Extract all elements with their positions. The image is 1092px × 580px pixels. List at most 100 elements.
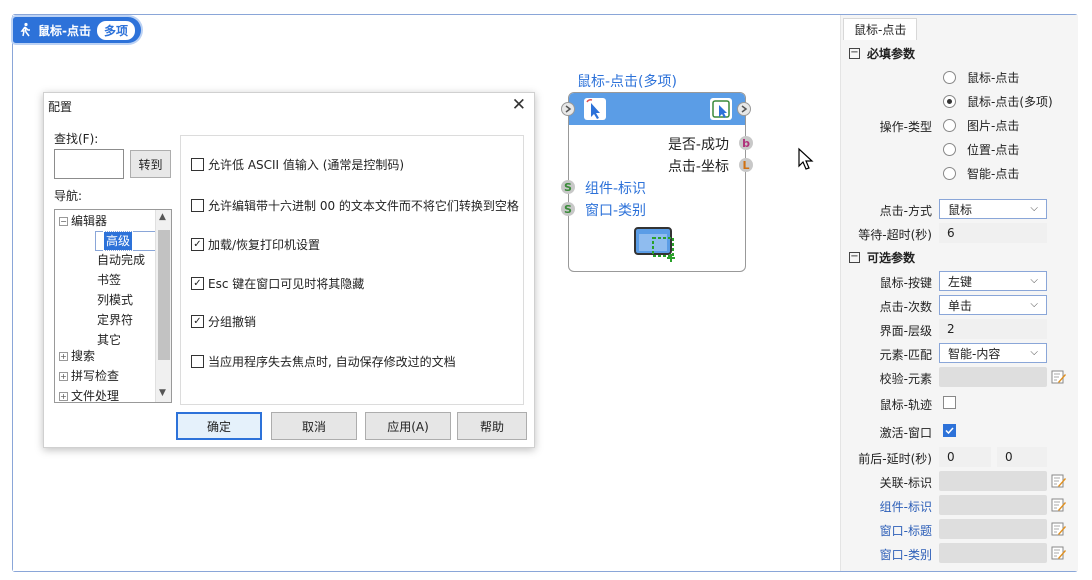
expand-icon[interactable]: + <box>59 372 68 381</box>
edit-icon[interactable] <box>1051 473 1067 489</box>
design-canvas[interactable]: 鼠标-点击 多项 配置 ✕ 查找(F): 转到 导航: − 编辑器 高级 自动完成… <box>13 15 839 571</box>
checkbox-checked[interactable]: ✓ <box>191 238 204 251</box>
option-hex-00[interactable]: 允许编辑带十六进制 00 的文本文件而不将它们转换到空格 <box>191 197 519 214</box>
edit-icon[interactable] <box>1051 497 1067 513</box>
window-select-icon[interactable] <box>633 226 679 264</box>
checkbox[interactable] <box>191 355 204 368</box>
radio-mouse-click[interactable]: 鼠标-点击 <box>943 69 1019 86</box>
tree-item-delimiters[interactable]: 定界符 <box>97 311 133 329</box>
click-count-select[interactable]: 单击 ⌵ <box>939 295 1047 315</box>
click-count-label: 点击-次数 <box>879 300 932 314</box>
tree-item-search[interactable]: + 搜索 <box>59 347 95 365</box>
expand-icon[interactable]: + <box>59 352 68 361</box>
trajectory-checkbox[interactable] <box>943 396 956 409</box>
wait-timeout-input[interactable]: 6 <box>939 223 1047 243</box>
input-win-class-label: 窗口-类别 <box>585 203 647 219</box>
radio-mouse-click-multi[interactable]: 鼠标-点击(多项) <box>943 93 1053 110</box>
radio-button[interactable] <box>943 119 956 132</box>
scroll-down-icon[interactable]: ▼ <box>159 388 166 398</box>
option-printer-settings[interactable]: ✓ 加载/恢复打印机设置 <box>191 236 320 253</box>
scroll-thumb[interactable] <box>158 230 170 360</box>
link-id-field[interactable] <box>939 471 1047 491</box>
click-mode-select[interactable]: 鼠标 ⌵ <box>939 199 1047 219</box>
output-port-list[interactable]: L <box>739 158 753 172</box>
tree-scrollbar[interactable]: ▲ ▼ <box>155 210 171 402</box>
tree-item-editor[interactable]: − 编辑器 <box>59 212 107 230</box>
radio-position-click[interactable]: 位置-点击 <box>943 141 1019 158</box>
radio-button[interactable] <box>943 71 956 84</box>
checkbox[interactable] <box>191 158 204 171</box>
help-button[interactable]: 帮助 <box>457 412 527 440</box>
verify-element-field[interactable] <box>939 367 1047 387</box>
output-arrow-icon[interactable] <box>737 102 751 116</box>
delay-before-input[interactable]: 0 <box>939 447 991 467</box>
output-port-bool[interactable]: b <box>739 136 753 150</box>
window-click-icon <box>710 98 732 120</box>
cancel-button[interactable]: 取消 <box>271 412 357 440</box>
edit-icon[interactable] <box>1051 369 1067 385</box>
verify-element-label: 校验-元素 <box>879 372 932 386</box>
tree-item-column-mode[interactable]: 列模式 <box>97 291 133 309</box>
input-arrow-icon[interactable] <box>561 102 575 116</box>
checkbox[interactable] <box>191 199 204 212</box>
mouse-click-icon <box>584 98 606 120</box>
option-low-ascii[interactable]: 允许低 ASCII 值输入 (通常是控制码) <box>191 156 404 173</box>
edit-icon[interactable] <box>1051 545 1067 561</box>
collapse-icon[interactable]: − <box>849 48 860 59</box>
tree-item-other[interactable]: 其它 <box>97 331 121 349</box>
optional-section[interactable]: − 可选参数 <box>849 249 915 266</box>
activity-badge[interactable]: 鼠标-点击 多项 <box>13 17 141 43</box>
run-icon <box>20 22 30 37</box>
win-class-field[interactable] <box>939 543 1047 563</box>
wait-timeout-label: 等待-超时(秒) <box>858 228 932 242</box>
ok-button[interactable]: 确定 <box>176 412 262 440</box>
tree-item-autocomplete[interactable]: 自动完成 <box>97 251 145 269</box>
nav-tree[interactable]: − 编辑器 高级 自动完成 书签 列模式 定界符 其它 + 搜索 + 拼写检查 + 文件… <box>54 209 172 403</box>
ui-level-label: 界面-层级 <box>879 324 932 338</box>
ui-level-input[interactable]: 2 <box>939 319 1047 339</box>
collapse-icon[interactable]: − <box>849 252 860 263</box>
delay-after-input[interactable]: 0 <box>997 447 1047 467</box>
close-icon[interactable]: ✕ <box>512 95 526 115</box>
mouse-cursor-icon <box>798 147 814 170</box>
comp-id-label: 组件-标识 <box>879 500 932 514</box>
element-match-select[interactable]: 智能-内容 ⌵ <box>939 343 1047 363</box>
activity-node[interactable]: 是否-成功 b 点击-坐标 L S 组件-标识 S 窗口-类别 <box>561 92 753 272</box>
input-comp-id-label: 组件-标识 <box>585 181 647 197</box>
radio-image-click[interactable]: 图片-点击 <box>943 117 1019 134</box>
activity-badge-title: 鼠标-点击 <box>38 23 91 38</box>
collapse-icon[interactable]: − <box>59 217 68 226</box>
tree-item-bookmarks[interactable]: 书签 <box>97 271 121 289</box>
input-port-string[interactable]: S <box>561 180 575 194</box>
checkbox-checked[interactable]: ✓ <box>191 315 204 328</box>
apply-button[interactable]: 应用(A) <box>365 412 451 440</box>
required-section[interactable]: − 必填参数 <box>849 45 915 62</box>
radio-button-selected[interactable] <box>943 95 956 108</box>
tree-item-file-handling[interactable]: + 文件处理 <box>59 387 119 402</box>
option-autosave[interactable]: 当应用程序失去焦点时, 自动保存修改过的文档 <box>191 353 456 370</box>
output-success-label: 是否-成功 <box>667 137 729 153</box>
scroll-up-icon[interactable]: ▲ <box>159 212 166 222</box>
mouse-button-select[interactable]: 左键 ⌵ <box>939 271 1047 291</box>
edit-icon[interactable] <box>1051 521 1067 537</box>
goto-button[interactable]: 转到 <box>130 150 171 178</box>
radio-smart-click[interactable]: 智能-点击 <box>943 165 1019 182</box>
delay-label: 前后-延时(秒) <box>858 452 932 466</box>
option-group-undo[interactable]: ✓ 分组撤销 <box>191 313 256 330</box>
panel-tab[interactable]: 鼠标-点击 <box>843 18 918 40</box>
radio-button[interactable] <box>943 167 956 180</box>
radio-button[interactable] <box>943 143 956 156</box>
trajectory-label: 鼠标-轨迹 <box>879 398 932 412</box>
tree-item-spellcheck[interactable]: + 拼写检查 <box>59 367 119 385</box>
dialog-title: 配置 <box>48 100 73 114</box>
option-esc-hide[interactable]: ✓ Esc 键在窗口可见时将其隐藏 <box>191 275 364 292</box>
input-port-string[interactable]: S <box>561 202 575 216</box>
win-title-field[interactable] <box>939 519 1047 539</box>
chevron-down-icon: ⌵ <box>1030 275 1038 286</box>
find-input[interactable] <box>54 149 124 179</box>
expand-icon[interactable]: + <box>59 392 68 401</box>
comp-id-field[interactable] <box>939 495 1047 515</box>
node-header <box>561 93 751 125</box>
checkbox-checked[interactable]: ✓ <box>191 277 204 290</box>
activate-window-checkbox[interactable] <box>943 424 956 437</box>
